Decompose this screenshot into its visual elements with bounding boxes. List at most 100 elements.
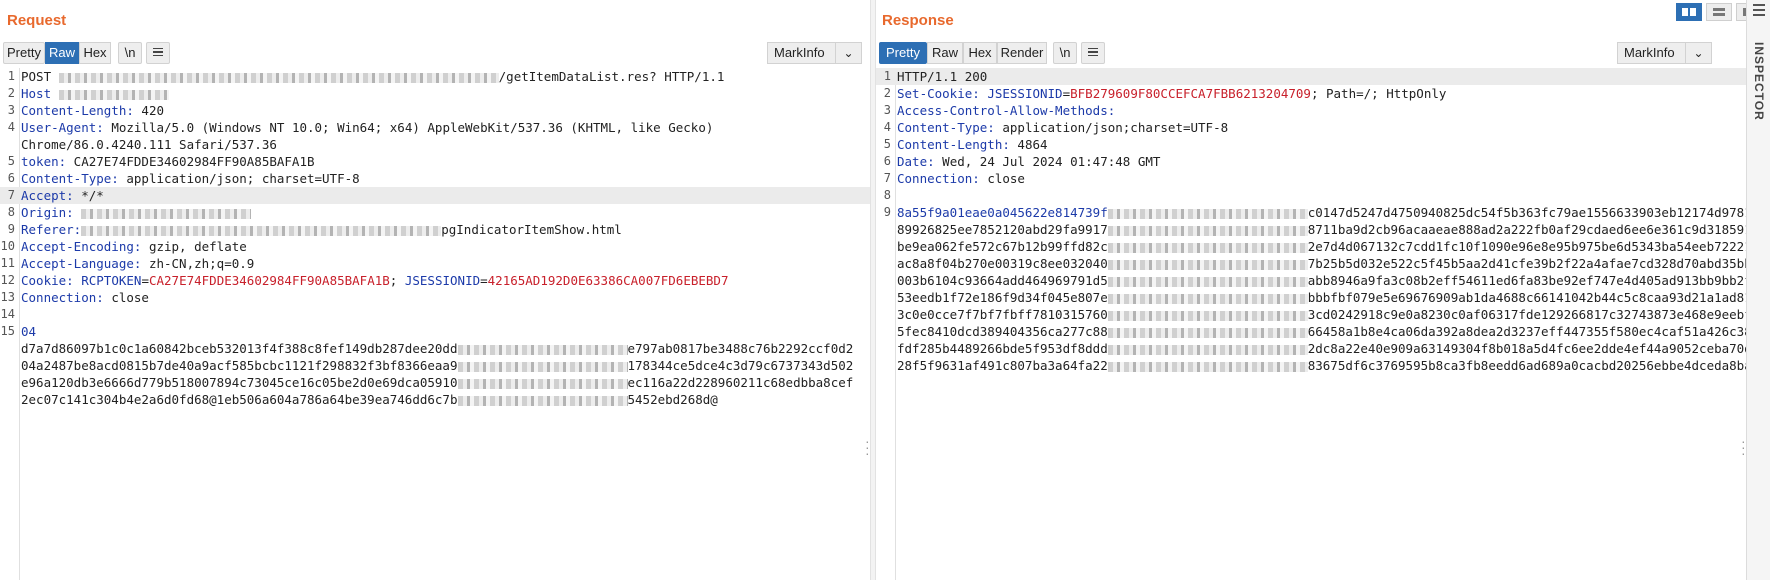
line-number: 2 xyxy=(7,86,15,100)
text-segment: HTTP/1.1 200 xyxy=(897,69,988,84)
editor-line: 5 Content-Length: 4864 xyxy=(876,136,1746,153)
request-newline-toggle[interactable]: \n xyxy=(118,42,142,64)
request-title: Request xyxy=(7,12,67,29)
text-segment: application/json; charset=UTF-8 xyxy=(118,171,360,186)
editor-line: 6 Content-Type: application/json; charset… xyxy=(0,170,870,187)
redacted-blur xyxy=(1107,293,1308,304)
line-number: 7 xyxy=(7,188,15,202)
text-segment: 83675df6c3769595b8ca3fb8eedd6ad689a0cacb… xyxy=(1307,358,1746,373)
line-text: Set-Cookie: JSESSIONID=BFB279609F80CCEFC… xyxy=(897,85,1746,102)
line-text: Referer: pgIndicatorItemShow.html xyxy=(21,221,870,238)
request-menu-button[interactable] xyxy=(146,42,170,64)
layout-split-horizontal-button[interactable] xyxy=(1676,3,1702,21)
request-raw-tab[interactable]: Raw xyxy=(45,42,79,64)
editor-line: 003b6104c93664add464969791d5 abb8946a9fa3… xyxy=(876,272,1746,289)
header-name: Host xyxy=(21,86,52,101)
header-name: Cookie: xyxy=(21,273,74,288)
text-segment: */* xyxy=(73,188,104,203)
line-text: Chrome/86.0.4240.111 Safari/537.36 xyxy=(21,136,870,153)
header-name: Connection: xyxy=(21,290,104,305)
text-segment: POST xyxy=(21,69,59,84)
redacted-blur xyxy=(1107,225,1308,236)
header-name: Access-Control-Allow-Methods: xyxy=(897,103,1116,118)
editor-line: 89926825ee7852120abd29fa9917 8711ba9d2cb9… xyxy=(876,221,1746,238)
line-text: Host xyxy=(21,85,870,102)
line-number: 9 xyxy=(7,222,15,236)
line-text: 04a2487be8acd0815b7de40a9acf585bcbc1121f… xyxy=(21,357,870,374)
text-segment: pgIndicatorItemShow.html xyxy=(441,222,622,237)
editor-line: 8 Origin: xyxy=(0,204,870,221)
line-number: 11 xyxy=(0,256,15,270)
response-markinfo-dropdown[interactable]: MarkInfo ⌄ xyxy=(1617,42,1712,64)
line-text: Connection: close xyxy=(21,289,870,306)
request-hex-tab[interactable]: Hex xyxy=(79,42,111,64)
text-segment: 8711ba9d2cb96acaaeae888ad2a222fb0af29cda… xyxy=(1307,222,1746,237)
header-name: token: xyxy=(21,154,67,169)
editor-line: 04a2487be8acd0815b7de40a9acf585bcbc1121f… xyxy=(0,357,870,374)
header-name: Accept: xyxy=(21,188,74,203)
response-editor[interactable]: 1 HTTP/1.1 200 2 Set-Cookie: JSESSIONID=BFB… xyxy=(876,68,1746,580)
cookie-value: 42165AD192D0E63386CA007FD6EBEBD7 xyxy=(487,273,729,288)
response-menu-button[interactable] xyxy=(1081,42,1105,64)
text-segment: 89926825ee7852120abd29fa9917 xyxy=(897,222,1108,237)
editor-line: e96a120db3e6666d779b518007894c73045ce16c… xyxy=(0,374,870,391)
line-text: 8a55f9a01eae0a045622e814739f c0147d5247d4… xyxy=(897,204,1746,221)
layout-split-vertical-button[interactable] xyxy=(1706,3,1732,21)
text-segment: 3c0e0cce7f7bf7fbff7810315760 xyxy=(897,307,1108,322)
header-name: Content-Length: xyxy=(21,103,134,118)
header-name: User-Agent: xyxy=(21,120,104,135)
text-segment: ; xyxy=(389,273,405,288)
line-text: ac8a8f04b270e00319c8ee032040 7b25b5d032e5… xyxy=(897,255,1746,272)
text-segment xyxy=(74,205,82,220)
line-text: token: CA27E74FDDE34602984FF90A85BAFA1B xyxy=(21,153,870,170)
request-markinfo-dropdown[interactable]: MarkInfo ⌄ xyxy=(767,42,862,64)
chevron-down-icon: ⌄ xyxy=(1685,43,1711,63)
line-number: 6 xyxy=(883,154,891,168)
pane-resize-handle[interactable]: · · · xyxy=(1741,434,1746,460)
redacted-blur xyxy=(1107,310,1308,321)
text-segment: 7b25b5d032e522c5f45b5aa2d41cfe39b2f22a4a… xyxy=(1307,256,1746,271)
request-toolbar: Pretty Raw Hex \n MarkInfo ⌄ xyxy=(3,42,870,64)
editor-line: Chrome/86.0.4240.111 Safari/537.36 xyxy=(0,136,870,153)
line-text: fdf285b4489266bde5f953df8ddd 2dc8a22e40e9… xyxy=(897,340,1746,357)
line-number: 3 xyxy=(7,103,15,117)
response-newline-toggle[interactable]: \n xyxy=(1053,42,1077,64)
header-name: 8a55f9a01eae0a045622e814739f xyxy=(897,205,1108,220)
redacted-blur xyxy=(1107,344,1308,355)
editor-line: d7a7d86097b1c0c1a60842bceb532013f4f388c8… xyxy=(0,340,870,357)
line-number: 4 xyxy=(883,120,891,134)
text-segment: 420 xyxy=(133,103,164,118)
line-number: 8 xyxy=(7,205,15,219)
text-segment: Chrome/86.0.4240.111 Safari/537.36 xyxy=(21,137,277,152)
pane-resize-handle[interactable]: · · · xyxy=(865,434,870,460)
request-editor[interactable]: 1 POST /getItemDataList.res? HTTP/1.1 2 Hos… xyxy=(0,68,870,580)
line-number: 1 xyxy=(883,69,891,83)
text-segment: CA27E74FDDE34602984FF90A85BAFA1B xyxy=(66,154,315,169)
inspector-menu-icon[interactable] xyxy=(1753,4,1765,19)
editor-line: be9ea062fe572c67b12b99ffd82c 2e7d4d067132… xyxy=(876,238,1746,255)
header-name: Content-Length: xyxy=(897,137,1010,152)
text-segment: bbbfbf079e5e69676909ab1da4688c66141042b4… xyxy=(1307,290,1746,305)
editor-line: 10 Accept-Encoding: gzip, deflate xyxy=(0,238,870,255)
text-segment: abb8946a9fa3c08b2eff54611ed6fa83be92ef74… xyxy=(1307,273,1746,288)
line-text: Content-Length: 420 xyxy=(21,102,870,119)
line-number: 14 xyxy=(0,307,15,321)
text-segment: = xyxy=(141,273,149,288)
response-render-tab[interactable]: Render xyxy=(997,42,1047,64)
line-text: 2ec07c141c304b4e2a6d0fd68@1eb506a604a786… xyxy=(21,391,870,408)
hamburger-icon xyxy=(1088,47,1098,57)
line-text: 3c0e0cce7f7bf7fbff7810315760 3cd0242918c9… xyxy=(897,306,1746,323)
request-pretty-tab[interactable]: Pretty xyxy=(3,42,45,64)
response-hex-tab[interactable]: Hex xyxy=(963,42,997,64)
inspector-sidebar[interactable]: INSPECTOR xyxy=(1746,0,1770,580)
response-pretty-tab[interactable]: Pretty xyxy=(879,42,927,64)
text-segment: Wed, 24 Jul 2024 01:47:48 GMT xyxy=(934,154,1161,169)
response-toolbar: Pretty Raw Hex Render \n MarkInfo ⌄ xyxy=(879,42,1746,64)
text-segment: ec116a22d228960211c68edbba8cef xyxy=(627,375,854,390)
editor-line: 2ec07c141c304b4e2a6d0fd68@1eb506a604a786… xyxy=(0,391,870,408)
line-number: 4 xyxy=(7,120,15,134)
response-raw-tab[interactable]: Raw xyxy=(927,42,963,64)
text-segment: 5452ebd268d@ xyxy=(627,392,718,407)
line-text: 5fec8410dcd389404356ca277c88 66458a1b8e4c… xyxy=(897,323,1746,340)
editor-line: ac8a8f04b270e00319c8ee032040 7b25b5d032e5… xyxy=(876,255,1746,272)
